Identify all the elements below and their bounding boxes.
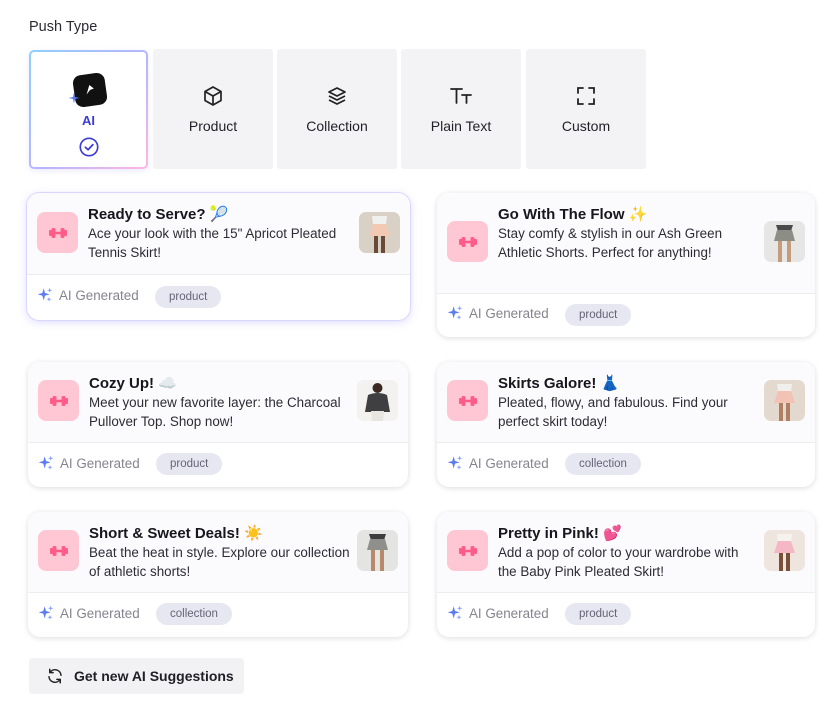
get-new-ai-suggestions-label: Get new AI Suggestions [74,668,234,684]
suggestion-title: Ready to Serve? 🎾 [88,206,229,223]
suggestion-tag: collection [565,453,641,475]
dumbbell-icon [37,212,78,253]
push-type-custom[interactable]: Custom [526,49,646,169]
ai-generated-label: AI Generated [38,605,140,621]
sparkle-icon [38,455,54,471]
dumbbell-icon [447,380,488,421]
suggestion-card[interactable]: Pretty in Pink! 💕 Add a pop of color to … [437,512,815,637]
ai-logo-icon [68,71,108,109]
cube-icon [204,86,222,106]
sparkle-icon [447,455,463,471]
frame-corners-icon [577,87,595,105]
product-image [357,380,398,421]
suggestion-tag: product [565,603,632,625]
dumbbell-icon [38,530,79,571]
sparkle-icon [447,305,463,321]
sparkle-icon [37,287,53,303]
push-type-product[interactable]: Product [153,49,273,169]
suggestion-title: Pretty in Pink! 💕 [498,525,622,542]
ai-generated-label: AI Generated [447,605,549,621]
product-image [357,530,398,571]
suggestion-tag: collection [156,603,232,625]
push-type-collection[interactable]: Collection [277,49,397,169]
product-image [764,221,805,262]
ai-generated-label: AI Generated [447,455,549,471]
product-image [359,212,400,253]
suggestion-card[interactable]: Short & Sweet Deals! ☀️ Beat the heat in… [28,512,408,637]
suggestion-body: Stay comfy & stylish in our Ash Green At… [498,226,723,260]
push-type-product-label: Product [188,118,238,134]
suggestion-body: Beat the heat in style. Explore our coll… [89,545,350,579]
get-new-ai-suggestions-button[interactable]: Get new AI Suggestions [29,658,244,694]
text-size-icon [450,88,472,104]
suggestion-body: Ace your look with the 15" Apricot Pleat… [88,226,337,260]
push-type-label: Push Type [29,19,98,35]
ai-generated-label: AI Generated [37,287,139,303]
sparkle-icon [447,605,463,621]
suggestion-card[interactable]: Go With The Flow ✨ Stay comfy & stylish … [437,193,815,337]
check-circle-icon [78,137,99,157]
ai-generated-label: AI Generated [38,455,140,471]
suggestion-title: Cozy Up! ☁️ [89,375,177,392]
dumbbell-icon [447,221,488,262]
suggestion-title: Go With The Flow ✨ [498,206,648,223]
suggestion-body: Add a pop of color to your wardrobe with… [498,545,739,579]
push-type-collection-label: Collection [306,118,368,134]
push-type-custom-label: Custom [561,118,611,134]
product-image [764,530,805,571]
push-type-ai-label: AI [82,113,95,128]
suggestion-title: Skirts Galore! 👗 [498,375,620,392]
suggestion-body: Meet your new favorite layer: the Charco… [89,395,341,429]
suggestion-title: Short & Sweet Deals! ☀️ [89,525,263,542]
suggestion-body: Pleated, flowy, and fabulous. Find your … [498,395,728,429]
dumbbell-icon [38,380,79,421]
sparkle-icon [38,605,54,621]
suggestion-tag: product [155,286,222,308]
push-type-plain-text[interactable]: Plain Text [401,49,521,169]
suggestion-card[interactable]: Skirts Galore! 👗 Pleated, flowy, and fab… [437,362,815,487]
suggestion-card[interactable]: Ready to Serve? 🎾 Ace your look with the… [27,193,410,320]
product-image [764,380,805,421]
refresh-icon [48,668,62,684]
dumbbell-icon [447,530,488,571]
push-type-ai[interactable]: AI [29,50,148,169]
ai-generated-label: AI Generated [447,305,549,321]
suggestion-card[interactable]: Cozy Up! ☁️ Meet your new favorite layer… [28,362,408,487]
layers-icon [328,87,346,105]
suggestion-tag: product [565,304,632,326]
suggestion-tag: product [156,453,223,475]
push-type-plain-text-label: Plain Text [430,118,492,134]
